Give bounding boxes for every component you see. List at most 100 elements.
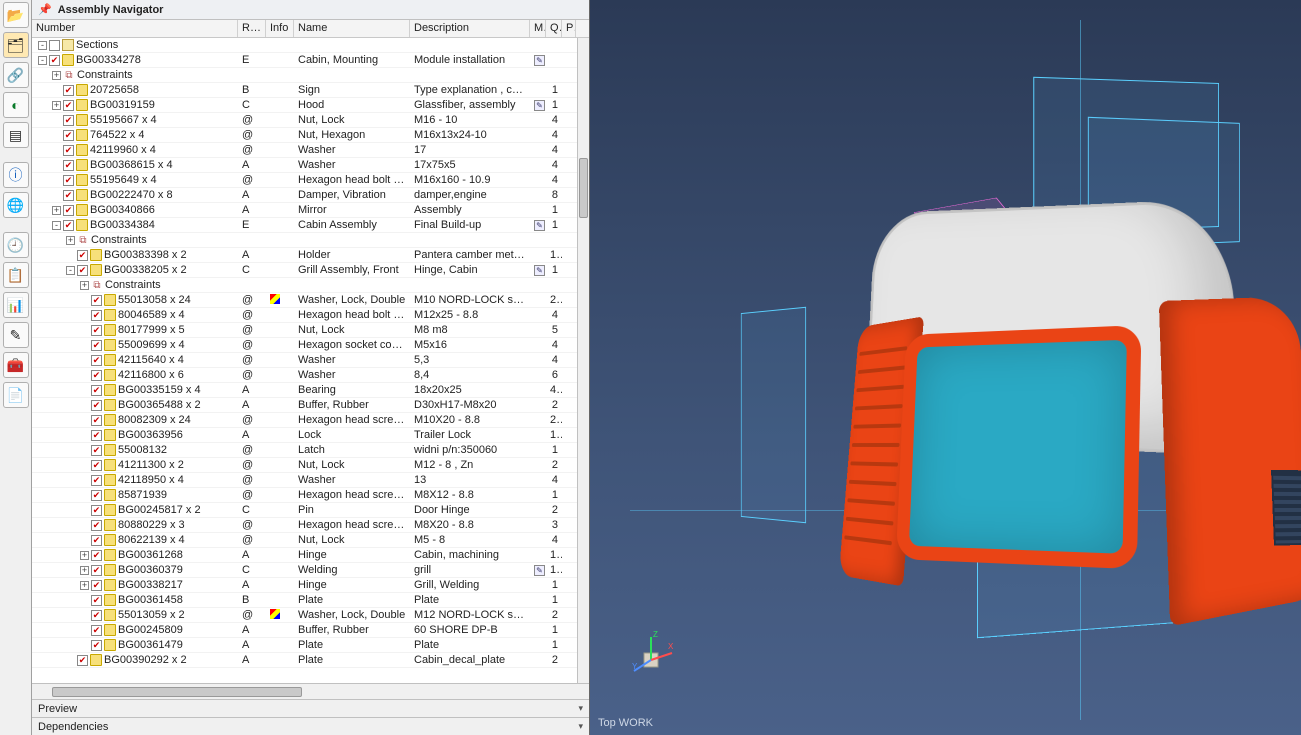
visibility-checkbox[interactable]: ✔: [91, 625, 102, 636]
tree-row[interactable]: ✔55013059 x 2@Washer, Lock, DoubleM12 NO…: [32, 608, 577, 623]
col-p[interactable]: P…: [562, 20, 576, 37]
visibility-checkbox[interactable]: ✔: [91, 505, 102, 516]
tree-row[interactable]: +✔BG00340866AMirrorAssembly1: [32, 203, 577, 218]
tree-row[interactable]: ✔764522 x 4@Nut, HexagonM16x13x24-104: [32, 128, 577, 143]
dependencies-panel-header[interactable]: Dependencies ▾: [32, 717, 589, 735]
visibility-checkbox[interactable]: ✔: [91, 355, 102, 366]
tree-row[interactable]: ✔BG00245817 x 2CPinDoor Hinge2: [32, 503, 577, 518]
expand-toggle-icon[interactable]: -: [38, 56, 47, 65]
visibility-checkbox[interactable]: ✔: [63, 190, 74, 201]
visibility-checkbox[interactable]: ✔: [63, 115, 74, 126]
tree-row[interactable]: -✔BG00338205 x 2CGrill Assembly, FrontHi…: [32, 263, 577, 278]
visibility-checkbox[interactable]: ✔: [91, 310, 102, 321]
visibility-checkbox[interactable]: ✔: [91, 520, 102, 531]
tree-row[interactable]: +✔BG00338217AHingeGrill, Welding1: [32, 578, 577, 593]
visibility-checkbox[interactable]: ✔: [63, 160, 74, 171]
tb-pmi-icon[interactable]: ✎: [3, 322, 29, 348]
tb-sheet-icon[interactable]: 📋: [3, 262, 29, 288]
expand-toggle-icon[interactable]: +: [80, 581, 89, 590]
tree-row[interactable]: ✔BG00365488 x 2ABuffer, RubberD30xH17-M8…: [32, 398, 577, 413]
tree-row[interactable]: ✔42118950 x 4@Washer134: [32, 473, 577, 488]
col-desc[interactable]: Description: [410, 20, 530, 37]
expand-toggle-icon[interactable]: -: [38, 41, 47, 50]
visibility-checkbox[interactable]: ✔: [91, 580, 102, 591]
visibility-checkbox[interactable]: ✔: [91, 445, 102, 456]
visibility-checkbox[interactable]: ✔: [63, 220, 74, 231]
visibility-checkbox[interactable]: [49, 40, 60, 51]
tree-row[interactable]: ✔80177999 x 5@Nut, LockM8 m85: [32, 323, 577, 338]
tree-row[interactable]: ✔55195649 x 4@Hexagon head bolt (ha…M16x…: [32, 173, 577, 188]
tree-row[interactable]: +✔BG00319159CHoodGlassfiber, assembly✎1: [32, 98, 577, 113]
visibility-checkbox[interactable]: ✔: [91, 535, 102, 546]
visibility-checkbox[interactable]: ✔: [91, 400, 102, 411]
pin-icon[interactable]: 📌: [38, 3, 52, 16]
visibility-checkbox[interactable]: ✔: [63, 205, 74, 216]
visibility-checkbox[interactable]: ✔: [91, 385, 102, 396]
tree-row[interactable]: ✔55008132@Latchwidni p/n:3500601: [32, 443, 577, 458]
visibility-checkbox[interactable]: ✔: [91, 565, 102, 576]
visibility-checkbox[interactable]: ✔: [63, 175, 74, 186]
tree-row[interactable]: ✔BG00245809ABuffer, Rubber60 SHORE DP-B1: [32, 623, 577, 638]
tree-row[interactable]: ✔20725658BSignType explanation , com…1: [32, 83, 577, 98]
expand-toggle-icon[interactable]: +: [52, 71, 61, 80]
expand-toggle-icon[interactable]: +: [80, 551, 89, 560]
tree-row[interactable]: +⧉Constraints: [32, 278, 577, 293]
tree-row[interactable]: ✔BG00390292 x 2APlateCabin_decal_plate2: [32, 653, 577, 668]
assembly-tree[interactable]: -Sections-✔BG00334278ECabin, MountingMod…: [32, 38, 577, 683]
tree-row[interactable]: -✔BG00334384ECabin AssemblyFinal Build-u…: [32, 218, 577, 233]
vertical-scrollbar-thumb[interactable]: [579, 158, 588, 218]
visibility-checkbox[interactable]: ✔: [91, 340, 102, 351]
tree-row[interactable]: ✔BG00222470 x 8ADamper, Vibrationdamper,…: [32, 188, 577, 203]
tree-row[interactable]: ✔42115640 x 4@Washer5,34: [32, 353, 577, 368]
tb-layers-icon[interactable]: ▤: [3, 122, 29, 148]
tree-row[interactable]: ✔85871939@Hexagon head screw (f…M8X12 - …: [32, 488, 577, 503]
tree-row[interactable]: ✔BG00335159 x 4ABearing18x20x254…: [32, 383, 577, 398]
horizontal-scrollbar-thumb[interactable]: [52, 687, 302, 697]
view-triad-icon[interactable]: Z X Y: [630, 629, 676, 675]
col-name[interactable]: Name: [294, 20, 410, 37]
visibility-checkbox[interactable]: ✔: [91, 460, 102, 471]
tree-row[interactable]: ✔41211300 x 2@Nut, LockM12 - 8 , Zn2: [32, 458, 577, 473]
visibility-checkbox[interactable]: ✔: [91, 325, 102, 336]
graphics-viewport[interactable]: Z X Y Top WORK: [590, 0, 1301, 735]
tree-row[interactable]: -Sections: [32, 38, 577, 53]
tree-row[interactable]: ✔BG00361458BPlatePlate1: [32, 593, 577, 608]
tree-row[interactable]: ✔42119960 x 4@Washer174: [32, 143, 577, 158]
visibility-checkbox[interactable]: ✔: [91, 550, 102, 561]
visibility-checkbox[interactable]: ✔: [77, 655, 88, 666]
tb-constraint-icon[interactable]: 🔗: [3, 62, 29, 88]
edit-flag-icon[interactable]: ✎: [534, 565, 545, 576]
tb-info-icon[interactable]: ⓘ: [3, 162, 29, 188]
visibility-checkbox[interactable]: ✔: [63, 145, 74, 156]
vertical-scrollbar[interactable]: [577, 38, 589, 683]
visibility-checkbox[interactable]: ✔: [91, 490, 102, 501]
tb-sphere-icon[interactable]: ◐: [3, 92, 29, 118]
expand-toggle-icon[interactable]: +: [80, 281, 89, 290]
tree-row[interactable]: ✔BG00383398 x 2AHolderPantera camber met…: [32, 248, 577, 263]
tb-asm-nav-icon[interactable]: 🗂: [3, 32, 29, 58]
cad-model-cabin[interactable]: [800, 170, 1301, 650]
tree-row[interactable]: ✔80082309 x 24@Hexagon head screw (f…M10…: [32, 413, 577, 428]
edit-flag-icon[interactable]: ✎: [534, 55, 545, 66]
expand-toggle-icon[interactable]: -: [66, 266, 75, 275]
visibility-checkbox[interactable]: ✔: [63, 85, 74, 96]
visibility-checkbox[interactable]: ✔: [49, 55, 60, 66]
tree-row[interactable]: ✔BG00363956ALockTrailer Lock1…: [32, 428, 577, 443]
tb-web-icon[interactable]: 🌐: [3, 192, 29, 218]
edit-flag-icon[interactable]: ✎: [534, 265, 545, 276]
visibility-checkbox[interactable]: ✔: [91, 415, 102, 426]
tree-row[interactable]: ✔BG00368615 x 4AWasher17x75x54: [32, 158, 577, 173]
edit-flag-icon[interactable]: ✎: [534, 100, 545, 111]
tree-row[interactable]: +⧉Constraints: [32, 68, 577, 83]
tb-template-icon[interactable]: 📄: [3, 382, 29, 408]
visibility-checkbox[interactable]: ✔: [91, 295, 102, 306]
visibility-checkbox[interactable]: ✔: [91, 370, 102, 381]
visibility-checkbox[interactable]: ✔: [91, 430, 102, 441]
tb-chart-icon[interactable]: 📊: [3, 292, 29, 318]
tree-row[interactable]: ✔80622139 x 4@Nut, LockM5 - 84: [32, 533, 577, 548]
tree-row[interactable]: ✔55009699 x 4@Hexagon socket count…M5x16…: [32, 338, 577, 353]
tree-row[interactable]: -✔BG00334278ECabin, MountingModule insta…: [32, 53, 577, 68]
expand-toggle-icon[interactable]: +: [66, 236, 75, 245]
col-info[interactable]: Info: [266, 20, 294, 37]
col-m[interactable]: M…: [530, 20, 546, 37]
